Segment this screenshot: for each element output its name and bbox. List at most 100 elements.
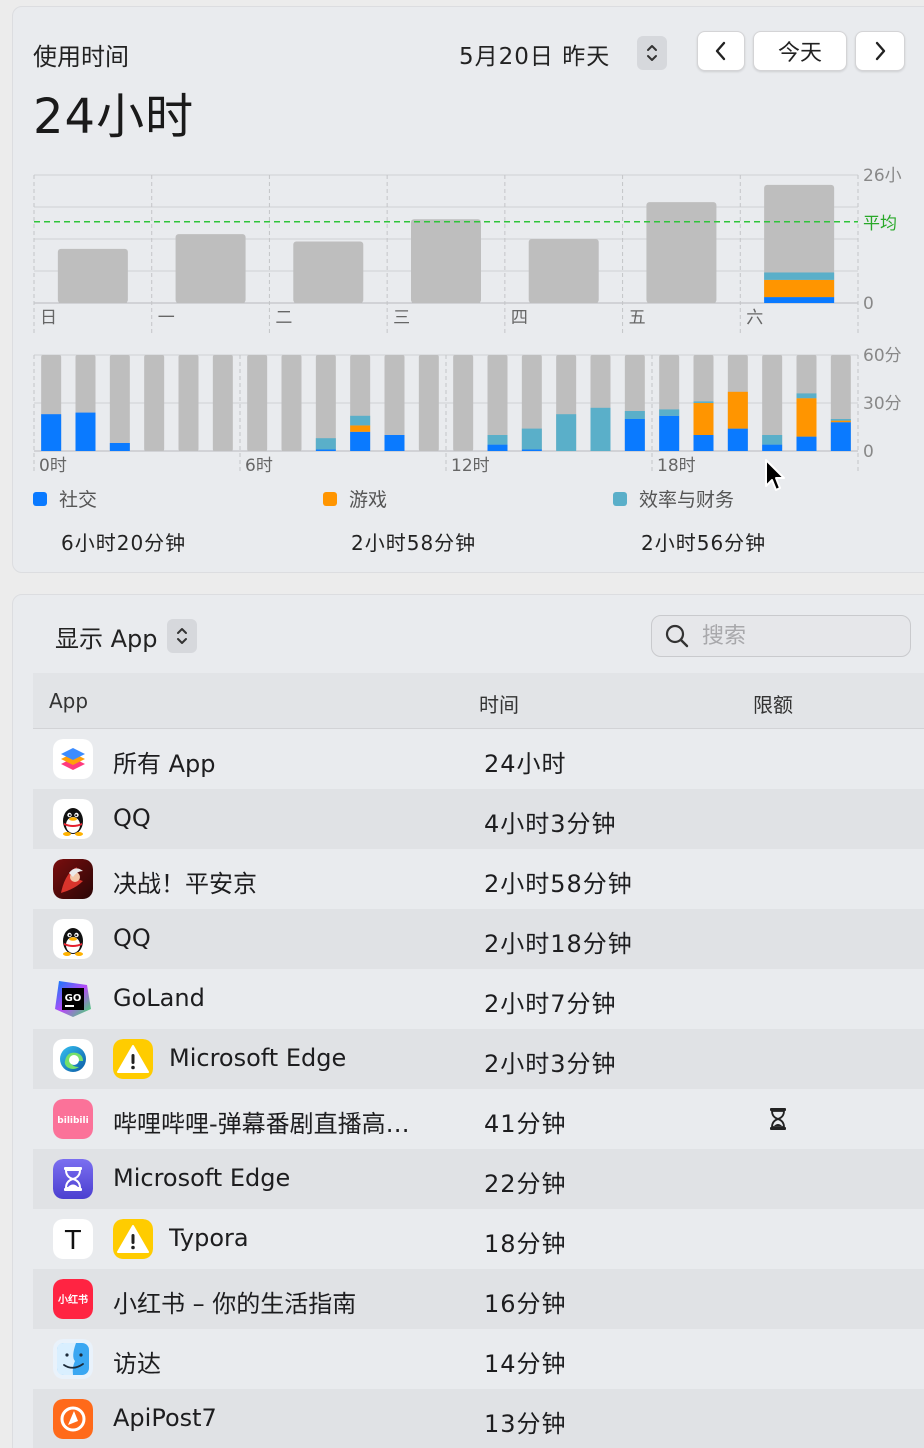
legend-productivity-value: 2小时56分钟	[641, 531, 767, 555]
goland-icon-text: GO	[65, 993, 82, 1004]
hourly-bar-11	[418, 355, 439, 451]
typora-icon: T	[53, 1219, 93, 1259]
hourly-bar-6	[247, 355, 268, 451]
app-name: 访达	[113, 1350, 161, 1378]
app-time: 22分钟	[484, 1170, 567, 1198]
table-row[interactable]: 小红书 小红书 – 你的生活指南 16分钟	[33, 1269, 924, 1329]
hourly-ytick-60: 60分	[863, 346, 902, 366]
warning-icon	[113, 1039, 153, 1079]
column-header-limit[interactable]: 限额	[753, 689, 793, 718]
weekly-ytick-max: 26小	[863, 166, 902, 186]
app-name: 决战！平安京	[113, 870, 257, 898]
hourglass-limit-icon[interactable]	[767, 1107, 789, 1131]
table-row[interactable]: GO GoLand 2小时7分钟	[33, 969, 924, 1029]
xiaohongshu-icon-text: 小红书	[57, 1293, 88, 1306]
hourly-bar-4	[178, 355, 199, 451]
hourly-bar-23-games	[830, 420, 851, 423]
hourly-bar-16-productivity	[590, 407, 611, 451]
legend-social-label: 社交	[59, 489, 98, 511]
app-time: 16分钟	[484, 1290, 567, 1318]
finder-icon	[53, 1339, 93, 1379]
hourly-bar-12	[453, 355, 474, 451]
all-apps-icon	[53, 739, 93, 779]
mouse-cursor-icon	[765, 459, 785, 491]
hourly-xtick: 12时	[451, 456, 490, 476]
table-row[interactable]: T Typora 18分钟	[33, 1209, 924, 1269]
legend-social-value: 6小时20分钟	[61, 531, 187, 555]
table-row[interactable]: Microsoft Edge 22分钟	[33, 1149, 924, 1209]
xiaohongshu-icon: 小红书	[53, 1279, 93, 1319]
table-row[interactable]: QQ 4小时3分钟	[33, 789, 924, 849]
apipost-icon	[53, 1399, 93, 1439]
table-row[interactable]: 所有 App 24小时	[33, 729, 924, 789]
table-row[interactable]: QQ 2小时18分钟	[33, 909, 924, 969]
search-field[interactable]	[651, 615, 911, 657]
app-time: 2小时3分钟	[484, 1050, 617, 1078]
date-label[interactable]: 5月20日 昨天	[459, 37, 610, 71]
table-row[interactable]: Microsoft Edge 2小时3分钟	[33, 1029, 924, 1089]
app-time: 24小时	[484, 750, 567, 778]
hourly-bar-2-social	[109, 443, 130, 451]
hourly-usage-chart: 0时 6时 12时 18时 60分 30分 0	[33, 346, 902, 476]
table-row[interactable]: 访达 14分钟	[33, 1329, 924, 1389]
up-down-chevron-icon	[177, 628, 187, 644]
hourly-xtick: 18时	[657, 456, 696, 476]
table-row[interactable]: 决战！平安京 2小时58分钟	[33, 849, 924, 909]
hourly-bar-9-social	[350, 431, 371, 451]
app-name: 哔哩哔哩-弹幕番剧直播高清视频	[113, 1110, 423, 1138]
show-app-label[interactable]: 显示 App	[55, 619, 158, 654]
date-stepper[interactable]	[637, 36, 667, 70]
hourly-bar-23-productivity	[830, 419, 851, 421]
up-down-chevron-icon	[647, 45, 657, 61]
typora-icon-text: T	[64, 1226, 81, 1256]
qq-icon	[53, 919, 93, 959]
legend-games-label: 游戏	[349, 489, 388, 511]
hourly-bar-3	[144, 355, 165, 451]
app-time: 14分钟	[484, 1350, 567, 1378]
hourly-bar-14-productivity	[521, 428, 542, 450]
onmyoji-arena-icon	[53, 859, 93, 899]
legend-games-value: 2小时58分钟	[351, 531, 477, 555]
today-button[interactable]: 今天	[753, 31, 847, 71]
show-app-stepper[interactable]	[167, 619, 197, 653]
hourly-bar-21-productivity	[762, 435, 783, 445]
app-name: 所有 App	[113, 750, 216, 778]
usage-label: 使用时间	[33, 43, 129, 71]
hourly-bar-17-social	[624, 419, 645, 451]
weekly-average-label: 平均	[863, 214, 897, 234]
legend-productivity-label: 效率与财务	[639, 489, 735, 511]
hourly-ytick-zero: 0	[863, 442, 874, 462]
table-row[interactable]: ApiPost7 13分钟	[33, 1389, 924, 1448]
weekly-usage-chart: 日 一 二 三 四 五 六 平均 26小 0	[33, 166, 902, 333]
app-time: 4小时3分钟	[484, 810, 617, 838]
hourly-bar-13-productivity	[487, 435, 508, 445]
app-name: QQ	[113, 924, 151, 952]
search-input[interactable]	[702, 623, 882, 649]
hourly-bar-22-games	[796, 398, 817, 437]
app-time: 2小时7分钟	[484, 990, 617, 1018]
column-header-time[interactable]: 时间	[479, 689, 519, 718]
weekly-bar-2	[293, 241, 364, 303]
app-name: GoLand	[113, 984, 205, 1012]
table-row[interactable]: bilibili 哔哩哔哩-弹幕番剧直播高清视频 41分钟	[33, 1089, 924, 1149]
next-day-button[interactable]	[855, 31, 905, 71]
weekly-day-label: 六	[746, 308, 763, 328]
hourly-bar-5	[212, 355, 233, 451]
chevron-left-icon	[715, 41, 726, 61]
app-usage-table: App 时间 限额 所有 App 24小时 QQ 4小时3分钟 决战！平安京 2…	[33, 673, 924, 1448]
weekly-ytick-zero: 0	[863, 294, 874, 314]
hourly-bar-7	[281, 355, 302, 451]
table-header: App 时间 限额	[33, 673, 924, 729]
weekly-bar-0	[57, 248, 128, 303]
weekly-day-label: 一	[158, 308, 175, 328]
hourly-ytick-30: 30分	[863, 394, 902, 414]
weekly-bar-5	[646, 202, 717, 303]
hourly-bar-8	[315, 355, 336, 451]
weekly-day-label: 五	[629, 308, 646, 328]
column-header-app[interactable]: App	[49, 689, 88, 713]
hourly-bar-9-games	[350, 425, 371, 432]
weekly-day-label: 三	[393, 308, 410, 328]
legend-social: 社交	[33, 485, 97, 512]
previous-day-button[interactable]	[697, 31, 745, 71]
weekly-day-label: 二	[275, 308, 292, 328]
